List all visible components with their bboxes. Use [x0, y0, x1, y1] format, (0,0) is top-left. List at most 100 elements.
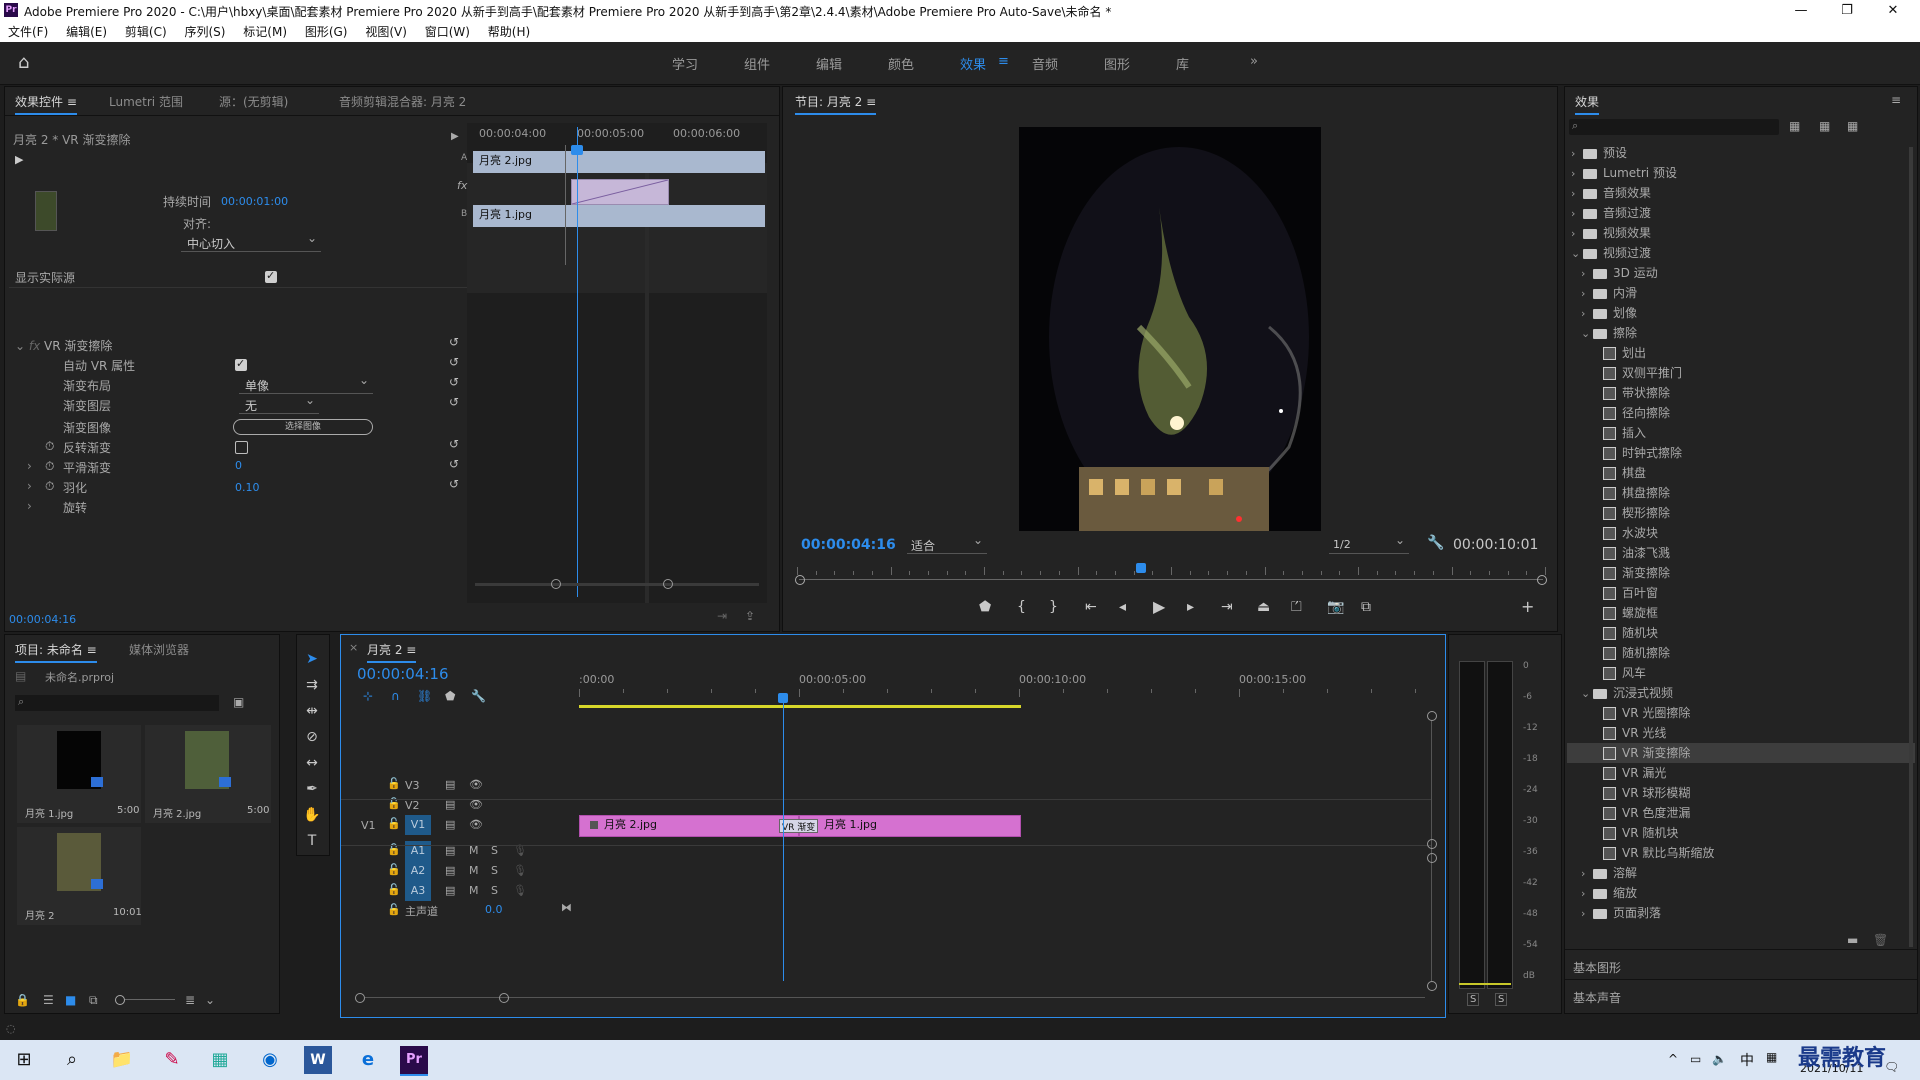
toggle-output-eye-icon[interactable]: 👁 [469, 818, 483, 831]
feather-stopwatch-icon[interactable]: ⏱ [45, 479, 54, 494]
timeline-timecode[interactable]: 00:00:04:16 [357, 665, 449, 683]
feather-expand-icon[interactable]: › [27, 479, 32, 493]
tab-audio-clip-mixer[interactable]: 音频剪辑混合器: 月亮 2 [339, 93, 466, 110]
toggle-output-eye-icon[interactable]: 👁 [469, 778, 483, 791]
effects-folder[interactable]: › 预设 [1567, 143, 1915, 163]
solo-button[interactable]: S [491, 864, 498, 877]
selection-tool-icon[interactable]: ➤ [303, 651, 321, 669]
effect-item[interactable]: 划出 [1567, 343, 1915, 363]
chevron-right-icon[interactable]: › [1571, 224, 1583, 244]
effect-item[interactable]: 时钟式擦除 [1567, 443, 1915, 463]
timeline-clip-area[interactable]: 月亮 2.jpg 月亮 1.jpg VR 渐变 [579, 775, 1431, 975]
smooth-value[interactable]: 0 [235, 459, 242, 472]
resolution-dropdown[interactable]: 1/2 [1329, 533, 1409, 554]
effect-item[interactable]: 百叶窗 [1567, 583, 1915, 603]
workspace-tab-assembly[interactable]: 组件 [744, 54, 770, 73]
program-time-ruler[interactable] [797, 567, 1546, 575]
chevron-right-icon[interactable]: › [1581, 304, 1593, 324]
project-item[interactable]: 月亮 2 10:01 [17, 827, 142, 925]
effect-item[interactable]: 随机块 [1567, 623, 1915, 643]
extract-icon[interactable]: ⏍ [1291, 599, 1302, 615]
tab-project[interactable]: 项目: 未命名 ≡ [15, 641, 97, 663]
word-icon[interactable]: W [304, 1046, 332, 1074]
effects-folder[interactable]: › 页面剥落 [1567, 903, 1915, 923]
chevron-right-icon[interactable]: › [1581, 904, 1593, 924]
hand-tool-icon[interactable]: ✋ [303, 807, 321, 825]
yuv-effects-icon[interactable]: ▦ [1847, 119, 1858, 133]
solo-right-button[interactable]: S [1495, 993, 1508, 1006]
32bit-effects-icon[interactable]: ▦ [1819, 119, 1830, 133]
feather-value[interactable]: 0.10 [235, 481, 260, 494]
new-bin-icon[interactable]: ▬ [1847, 933, 1858, 947]
menu-file[interactable]: 文件(F) [8, 22, 48, 42]
settings-wrench-icon[interactable]: 🔧 [1427, 535, 1444, 551]
home-icon[interactable]: ⌂ [18, 52, 29, 73]
track-target-a3[interactable]: A3 [405, 881, 431, 901]
layer-dropdown[interactable]: 无 [239, 393, 319, 414]
horizontal-zoom-handle[interactable] [355, 993, 365, 1003]
effect-item[interactable]: 径向擦除 [1567, 403, 1915, 423]
timeline-clip[interactable]: 月亮 1.jpg [799, 815, 1021, 837]
file-explorer-icon[interactable]: 📁 [108, 1046, 136, 1074]
effect-item[interactable]: 楔形擦除 [1567, 503, 1915, 523]
track-lock-icon[interactable]: 🔓 [387, 777, 401, 790]
reset-layer-icon[interactable]: ↺ [449, 395, 459, 409]
ec-zoom-scrollbar[interactable] [475, 583, 759, 586]
chevron-down-icon[interactable]: ⌄ [1581, 324, 1593, 344]
nest-toggle-icon[interactable]: ⊹ [363, 689, 373, 703]
smooth-stopwatch-icon[interactable]: ⏱ [45, 459, 54, 474]
sync-lock-icon[interactable]: ▤ [445, 778, 455, 791]
reset-effect-icon[interactable]: ↺ [449, 335, 459, 349]
premiere-taskbar-icon[interactable]: Pr [400, 1046, 428, 1076]
effects-scrollbar[interactable] [1909, 147, 1913, 947]
go-to-in-icon[interactable]: ⇤ [1085, 599, 1097, 615]
effects-folder[interactable]: › 音频过渡 [1567, 203, 1915, 223]
sync-lock-icon[interactable]: ▤ [445, 864, 455, 877]
effect-item[interactable]: 渐变擦除 [1567, 563, 1915, 583]
project-item[interactable]: 月亮 1.jpg 5:00 [17, 725, 141, 823]
effects-search-input[interactable]: ⌕ [1569, 119, 1779, 135]
icon-view-icon[interactable]: ■ [65, 993, 76, 1007]
timeline-settings-icon[interactable]: 🔧 [471, 689, 486, 703]
menu-view[interactable]: 视图(V) [365, 22, 407, 42]
button-editor-plus-icon[interactable]: + [1521, 597, 1534, 616]
workspace-more-button[interactable]: » [1250, 54, 1258, 69]
ec-export-icon[interactable]: ⇥ [717, 609, 727, 623]
voiceover-mic-icon[interactable]: 🎙 [513, 864, 527, 877]
track-target-a1[interactable]: A1 [405, 841, 431, 861]
ec-current-time[interactable]: 00:00:04:16 [9, 613, 76, 626]
chevron-right-icon[interactable]: › [1581, 864, 1593, 884]
timeline-ruler[interactable]: :00:00 00:00:05:00 00:00:10:00 00:00:15:00 [579, 673, 1431, 705]
workspace-menu-icon[interactable]: ≡ [998, 54, 1009, 69]
linked-selection-icon[interactable]: ⛓ [417, 689, 432, 703]
timeline-playhead-handle[interactable] [778, 693, 789, 703]
program-playhead[interactable] [1136, 563, 1147, 573]
notification-icon[interactable]: 🗨 [1884, 1060, 1899, 1074]
reset-invert-icon[interactable]: ↺ [449, 437, 459, 451]
vertical-zoom-handle[interactable] [1427, 711, 1437, 721]
ec-playhead[interactable] [577, 127, 578, 597]
menu-sequence[interactable]: 序列(S) [184, 22, 225, 42]
program-scrollbar[interactable] [799, 579, 1543, 580]
master-lock-icon[interactable]: 🔓 [387, 903, 401, 916]
smooth-expand-icon[interactable]: › [27, 459, 32, 473]
reset-feather-icon[interactable]: ↺ [449, 477, 459, 491]
track-target-v3[interactable]: V3 [405, 775, 420, 792]
basic-sound-panel[interactable]: 基本声音 [1573, 989, 1621, 1006]
export-frame-icon[interactable]: 📷 [1327, 599, 1344, 615]
workspace-tab-color[interactable]: 颜色 [888, 54, 914, 73]
source-patch-v1[interactable]: V1 [361, 819, 376, 832]
razor-tool-icon[interactable]: ⊘ [303, 729, 321, 747]
track-target-v2[interactable]: V2 [405, 795, 420, 812]
effects-folder[interactable]: › 音频效果 [1567, 183, 1915, 203]
lift-icon[interactable]: ⏏ [1257, 599, 1270, 615]
effects-folder[interactable]: › Lumetri 预设 [1567, 163, 1915, 183]
invert-checkbox[interactable] [235, 441, 248, 454]
effect-item[interactable]: 棋盘 [1567, 463, 1915, 483]
close-sequence-icon[interactable]: × [349, 641, 358, 654]
auto-vr-checkbox[interactable] [235, 357, 247, 371]
tab-media-browser[interactable]: 媒体浏览器 [129, 641, 189, 658]
timeline-transition[interactable]: VR 渐变 [779, 819, 819, 833]
track-lock-icon[interactable]: 🔓 [387, 817, 401, 830]
menu-help[interactable]: 帮助(H) [488, 22, 530, 42]
